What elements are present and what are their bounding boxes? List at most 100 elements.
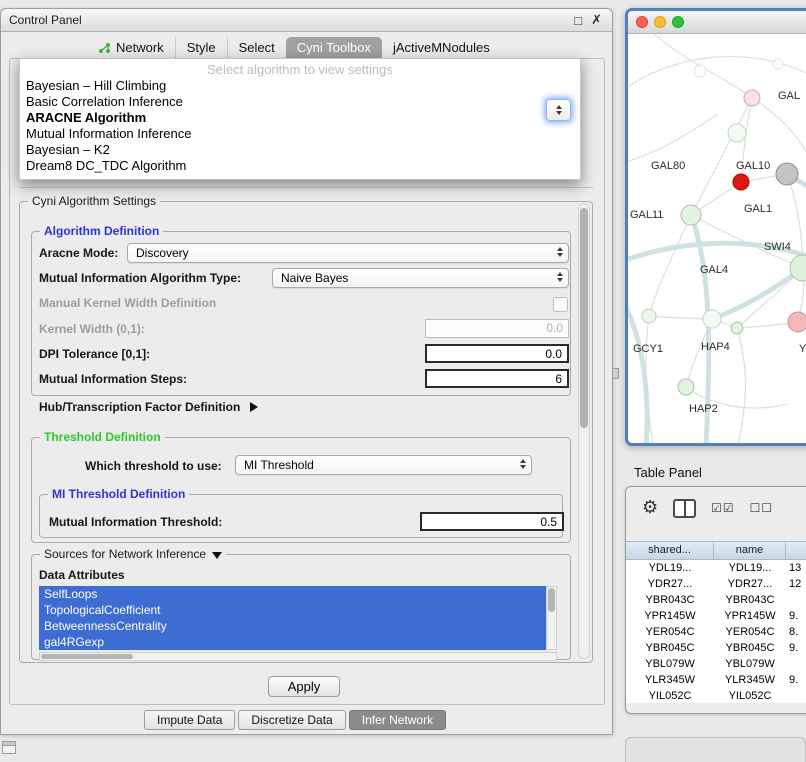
dropdown-item-selected[interactable]: ARACNE Algorithm <box>20 110 580 126</box>
kernel-width-input[interactable]: 0.0 <box>425 319 569 338</box>
table-panel-window: ⚙ ☑☑ ☐☐ shared... name YDL19...YDL19...1… <box>625 486 806 714</box>
table-row[interactable]: YDL19...YDL19...13 <box>626 560 806 576</box>
list-item[interactable]: gal4RGexp <box>39 634 546 650</box>
cell: 8. <box>786 624 806 640</box>
hub-definition-disclosure[interactable]: Hub/Transcription Factor Definition <box>39 400 258 414</box>
table-row[interactable]: YDR27...YDR27...12 <box>626 576 806 592</box>
table-panel-title: Table Panel <box>634 465 702 480</box>
list-item[interactable]: BetweennessCentrality <box>39 618 546 634</box>
cell: 9. <box>786 640 806 656</box>
column-header-shared-name[interactable]: shared... <box>626 542 714 559</box>
data-attributes-list[interactable]: SelfLoops TopologicalCoefficient Between… <box>39 586 546 650</box>
table-row[interactable]: YBL079WYBL079W <box>626 656 806 672</box>
table-row[interactable]: YPR145WYPR145W9. <box>626 608 806 624</box>
mi-threshold-input[interactable]: 0.5 <box>420 512 564 531</box>
tab-network[interactable]: Network <box>87 37 175 58</box>
control-panel-titlebar[interactable]: Control Panel □ ✗ <box>1 9 612 32</box>
select-all-checkboxes-icon[interactable]: ☑☑ <box>711 501 735 515</box>
node[interactable] <box>773 59 783 69</box>
cell: YBR045C <box>626 640 714 656</box>
minimized-window-icon[interactable] <box>2 741 16 754</box>
deselect-all-checkboxes-icon[interactable]: ☐☐ <box>750 501 774 515</box>
cell: YDL19... <box>626 560 714 576</box>
scrollbar-thumb[interactable] <box>580 208 588 428</box>
panel-splitter-handle[interactable] <box>612 368 619 379</box>
cell: YLR345W <box>714 672 786 688</box>
column-header-partial[interactable] <box>786 542 806 559</box>
table-panel-toolbar: ⚙ ☑☑ ☐☐ <box>642 496 773 520</box>
tab-style[interactable]: Style <box>175 37 227 58</box>
dropdown-item[interactable]: Bayesian – Hill Climbing <box>20 78 580 94</box>
dpi-tolerance-input[interactable]: 0.0 <box>425 344 569 363</box>
manual-kernel-width-checkbox[interactable] <box>553 297 568 312</box>
algorithm-combo-stepper[interactable] <box>546 99 571 121</box>
list-item[interactable]: SelfLoops <box>39 586 546 602</box>
cell: YDR27... <box>714 576 786 592</box>
attribute-list-horizontal-scrollbar[interactable] <box>39 652 557 661</box>
tab-cyni-toolbox[interactable]: Cyni Toolbox <box>286 37 382 58</box>
sources-disclosure[interactable]: Sources for Network Inference <box>40 547 226 561</box>
close-traffic-light-icon[interactable] <box>636 16 648 28</box>
table-row[interactable]: YER054CYER054C8. <box>626 624 806 640</box>
table-row[interactable]: YLR345WYLR345W9. <box>626 672 806 688</box>
dropdown-item[interactable]: Dream8 DC_TDC Algorithm <box>20 158 580 174</box>
bottom-tabbar: Impute Data Discretize Data Infer Networ… <box>144 710 446 730</box>
cell: YDL19... <box>714 560 786 576</box>
group-title: MI Threshold Definition <box>48 487 189 501</box>
cell: YDR27... <box>626 576 714 592</box>
list-item[interactable]: TopologicalCoefficient <box>39 602 546 618</box>
disclosure-down-icon <box>212 552 222 559</box>
mi-steps-input[interactable]: 6 <box>425 369 569 388</box>
node[interactable] <box>728 124 746 142</box>
combo-stepper-icon <box>557 247 563 257</box>
settings-scrollbar[interactable] <box>578 203 590 659</box>
table-row[interactable]: YBR043CYBR043C <box>626 592 806 608</box>
tab-discretize-data[interactable]: Discretize Data <box>238 710 345 730</box>
node-pink[interactable] <box>744 90 760 106</box>
node-label: GAL80 <box>651 160 685 172</box>
node[interactable] <box>694 65 706 77</box>
network-tab-icon <box>98 42 111 54</box>
node-hap4[interactable] <box>703 310 721 328</box>
scrollbar-thumb[interactable] <box>41 654 133 659</box>
column-header-name[interactable]: name <box>714 542 786 559</box>
close-window-icon[interactable]: ✗ <box>591 12 602 28</box>
node-green-gal11[interactable] <box>681 205 701 225</box>
node-label: HAP2 <box>689 403 718 415</box>
tab-jactivemnodules[interactable]: jActiveMNodules <box>382 37 501 58</box>
aracne-mode-select[interactable]: Discovery <box>127 243 569 263</box>
dropdown-item[interactable]: Mutual Information Inference <box>20 126 580 142</box>
dropdown-item[interactable]: Bayesian – K2 <box>20 142 580 158</box>
combo-stepper-icon <box>557 272 563 282</box>
tab-label: jActiveMNodules <box>393 37 490 58</box>
kernel-width-label: Kernel Width (0,1): <box>39 322 145 336</box>
node-hap2[interactable] <box>678 379 694 395</box>
tab-infer-network[interactable]: Infer Network <box>349 710 446 730</box>
network-window-titlebar[interactable] <box>628 11 806 34</box>
which-threshold-select[interactable]: MI Threshold <box>235 455 532 475</box>
node-gray[interactable] <box>776 163 798 185</box>
restore-window-icon[interactable]: □ <box>574 13 582 28</box>
gear-icon[interactable]: ⚙ <box>642 498 658 518</box>
control-panel-window: Control Panel □ ✗ Network Style Select C… <box>0 8 613 735</box>
zoom-traffic-light-icon[interactable] <box>672 16 684 28</box>
mi-algorithm-type-select[interactable]: Naive Bayes <box>272 268 569 288</box>
network-canvas[interactable]: GAL GAL80 GAL10 GAL11 GAL1 SWI4 GAL4 GCY… <box>628 34 806 444</box>
node[interactable] <box>731 322 743 334</box>
table-row[interactable]: YIL052CYIL052C <box>626 688 806 703</box>
combo-stepper-icon <box>520 459 526 469</box>
apply-button[interactable]: Apply <box>268 676 340 697</box>
tab-impute-data[interactable]: Impute Data <box>144 710 235 730</box>
node-pink-right[interactable] <box>788 312 806 332</box>
node-red-gal10[interactable] <box>733 174 749 190</box>
scrollbar-thumb[interactable] <box>548 588 555 612</box>
table-row[interactable]: YBR045CYBR045C9. <box>626 640 806 656</box>
dropdown-placeholder: Select algorithm to view settings <box>20 61 580 78</box>
tab-select[interactable]: Select <box>227 37 286 58</box>
attribute-list-vertical-scrollbar[interactable] <box>546 586 557 650</box>
dropdown-item[interactable]: Basic Correlation Inference <box>20 94 580 110</box>
node[interactable] <box>642 309 656 323</box>
node-label: GAL <box>778 90 800 102</box>
minimize-traffic-light-icon[interactable] <box>654 16 666 28</box>
column-browser-icon[interactable] <box>673 499 696 518</box>
